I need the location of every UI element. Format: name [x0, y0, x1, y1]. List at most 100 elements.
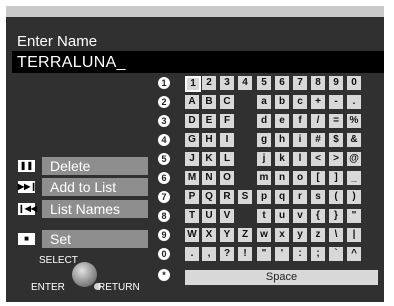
keyboard-key[interactable]: =	[329, 114, 343, 128]
keyboard-key[interactable]: W	[185, 228, 199, 242]
keyboard-key[interactable]: I	[220, 133, 234, 147]
keyboard-key[interactable]: .	[347, 95, 361, 109]
list-names-button[interactable]: List Names	[42, 200, 148, 218]
keyboard-key[interactable]: k	[275, 152, 289, 166]
keyboard-key[interactable]: l	[293, 152, 307, 166]
keyboard-key[interactable]: `	[329, 247, 343, 261]
keyboard-key[interactable]: 8	[311, 76, 325, 90]
keyboard-key[interactable]: E	[202, 114, 216, 128]
keyboard-key[interactable]: ]	[329, 171, 343, 185]
keyboard-key[interactable]: -	[329, 95, 343, 109]
keyboard-key[interactable]: 2	[202, 76, 216, 90]
keyboard-key[interactable]: $	[329, 133, 343, 147]
keyboard-key[interactable]: c	[293, 95, 307, 109]
keyboard-key[interactable]: b	[275, 95, 289, 109]
keyboard-key[interactable]: Q	[202, 190, 216, 204]
keyboard-key[interactable]: \	[329, 228, 343, 242]
keyboard-key[interactable]: f	[293, 114, 307, 128]
keyboard-key[interactable]: (	[329, 190, 343, 204]
keyboard-key[interactable]: h	[275, 133, 289, 147]
keyboard-key[interactable]: q	[275, 190, 289, 204]
keyboard-key[interactable]: @	[347, 152, 361, 166]
keyboard-key[interactable]: M	[185, 171, 199, 185]
keyboard-key[interactable]: 7	[293, 76, 307, 90]
keyboard-key[interactable]: ?	[220, 247, 234, 261]
keyboard-key[interactable]: n	[275, 171, 289, 185]
keyboard-key[interactable]: X	[202, 228, 216, 242]
keyboard-key[interactable]: P	[185, 190, 199, 204]
keyboard-key[interactable]: j	[257, 152, 271, 166]
keyboard-key[interactable]: a	[257, 95, 271, 109]
delete-button[interactable]: Delete	[42, 157, 148, 175]
keyboard-key[interactable]: }	[329, 209, 343, 223]
keyboard-key[interactable]: 9	[329, 76, 343, 90]
keyboard-key[interactable]: V	[220, 209, 234, 223]
keyboard-key[interactable]: 0	[347, 76, 361, 90]
keyboard-key[interactable]: S	[238, 190, 252, 204]
keyboard-key[interactable]: p	[257, 190, 271, 204]
keyboard-key[interactable]: o	[293, 171, 307, 185]
keyboard-key[interactable]: |	[347, 228, 361, 242]
keyboard-key[interactable]: %	[347, 114, 361, 128]
keyboard-key[interactable]: "	[257, 247, 271, 261]
keyboard-key[interactable]: ;	[311, 247, 325, 261]
keyboard-key[interactable]: )	[347, 190, 361, 204]
keyboard-key[interactable]: 6	[275, 76, 289, 90]
keyboard-key[interactable]: #	[311, 133, 325, 147]
keyboard-key[interactable]: x	[275, 228, 289, 242]
keyboard-key[interactable]: z	[311, 228, 325, 242]
keyboard-key[interactable]: y	[293, 228, 307, 242]
keyboard-key[interactable]: 1	[185, 76, 201, 92]
keyboard-key[interactable]: R	[220, 190, 234, 204]
keyboard-key[interactable]: +	[311, 95, 325, 109]
keyboard-key[interactable]: "	[347, 209, 361, 223]
keyboard-key[interactable]: [	[311, 171, 325, 185]
keyboard-key[interactable]: B	[202, 95, 216, 109]
keyboard-key[interactable]: J	[185, 152, 199, 166]
keyboard-key[interactable]: d	[257, 114, 271, 128]
keyboard-key[interactable]: ^	[347, 247, 361, 261]
keyboard-key[interactable]: s	[311, 190, 325, 204]
keyboard-key[interactable]: C	[220, 95, 234, 109]
keyboard-key[interactable]: :	[293, 247, 307, 261]
keyboard-key[interactable]: !	[238, 247, 252, 261]
keyboard-key[interactable]: >	[329, 152, 343, 166]
keyboard-key[interactable]: 5	[257, 76, 271, 90]
keyboard-key[interactable]: i	[293, 133, 307, 147]
page-title: Enter Name	[17, 33, 98, 50]
keyboard-key[interactable]: m	[257, 171, 271, 185]
keyboard-key[interactable]: '	[275, 247, 289, 261]
keyboard-key[interactable]: e	[275, 114, 289, 128]
keyboard-key[interactable]: v	[293, 209, 307, 223]
keyboard-key[interactable]: L	[220, 152, 234, 166]
keyboard-key[interactable]: {	[311, 209, 325, 223]
keyboard-key[interactable]: r	[293, 190, 307, 204]
keyboard-key[interactable]: T	[185, 209, 199, 223]
keyboard-key[interactable]: /	[311, 114, 325, 128]
keyboard-key[interactable]: Y	[220, 228, 234, 242]
keyboard-key[interactable]: .	[185, 247, 199, 261]
keyboard-key[interactable]: G	[185, 133, 199, 147]
keyboard-key[interactable]: F	[220, 114, 234, 128]
keyboard-key[interactable]: N	[202, 171, 216, 185]
keyboard-key[interactable]: O	[220, 171, 234, 185]
keyboard-key[interactable]: <	[311, 152, 325, 166]
keyboard-key[interactable]: H	[202, 133, 216, 147]
keyboard-key[interactable]: D	[185, 114, 199, 128]
keyboard-key[interactable]: &	[347, 133, 361, 147]
keyboard-key[interactable]: g	[257, 133, 271, 147]
keyboard-key[interactable]: _	[347, 171, 361, 185]
space-key[interactable]: Space	[185, 270, 378, 285]
keyboard-key[interactable]: 4	[238, 76, 252, 90]
keyboard-key[interactable]: w	[257, 228, 271, 242]
add-to-list-button[interactable]: Add to List	[42, 178, 148, 196]
keyboard-key[interactable]: A	[185, 95, 199, 109]
keyboard-key[interactable]: ,	[202, 247, 216, 261]
set-button[interactable]: Set	[42, 230, 148, 248]
keyboard-key[interactable]: 3	[220, 76, 234, 90]
keyboard-key[interactable]: t	[257, 209, 271, 223]
keyboard-key[interactable]: Z	[238, 228, 252, 242]
keyboard-key[interactable]: U	[202, 209, 216, 223]
keyboard-key[interactable]: K	[202, 152, 216, 166]
keyboard-key[interactable]: u	[275, 209, 289, 223]
